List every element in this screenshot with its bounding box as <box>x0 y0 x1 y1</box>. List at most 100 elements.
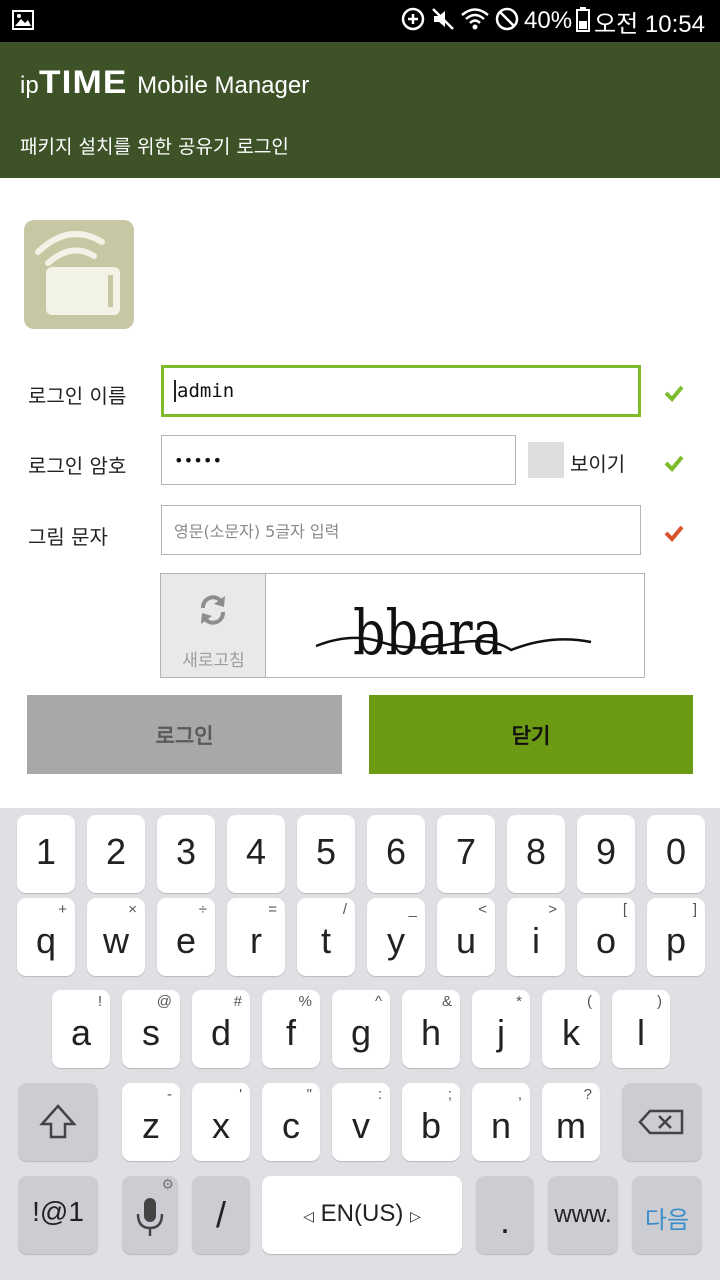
key-label: 9 <box>595 831 617 872</box>
key-secondary-label: : <box>377 1086 382 1103</box>
text-caret <box>174 380 176 402</box>
check-icon <box>664 384 684 406</box>
key-label: 1 <box>35 831 57 872</box>
key-label: n <box>490 1105 512 1146</box>
key-f[interactable]: f% <box>262 990 320 1068</box>
key-secondary-label: ) <box>657 993 662 1010</box>
page-subtitle: 패키지 설치를 위한 공유기 로그인 <box>20 136 289 158</box>
key-s[interactable]: s @ <box>122 990 180 1068</box>
login-button[interactable]: 로그인 <box>27 695 342 774</box>
key-y[interactable]: y _ <box>367 898 425 976</box>
key-secondary-label: ' <box>239 1086 242 1103</box>
brand-suffix: Mobile Manager <box>137 72 310 99</box>
data-saver-icon <box>400 6 426 36</box>
key-w[interactable]: w × <box>87 898 145 976</box>
key-i[interactable]: i > <box>507 898 565 976</box>
key-secondary-label: ] <box>692 901 697 918</box>
key-e[interactable]: e ÷ <box>157 898 215 976</box>
captcha-input[interactable]: 영문(소문자) 5글자 입력 <box>161 505 641 555</box>
username-label: 로그인 이름 <box>28 384 127 408</box>
brand-ip: ip <box>20 72 39 99</box>
period-key[interactable]: . <box>476 1176 534 1254</box>
key-secondary-label: * <box>516 993 522 1010</box>
language-right-icon: ▷ <box>410 1208 421 1224</box>
clock: 오전 10:54 <box>594 10 705 38</box>
brand-time: TIME <box>38 64 128 100</box>
wifi-icon <box>460 6 490 36</box>
key-x[interactable]: x ' <box>192 1083 250 1161</box>
key-secondary-label: " <box>306 1086 312 1103</box>
key-secondary-label: & <box>441 993 452 1010</box>
key-t[interactable]: t / <box>297 898 355 976</box>
key-secondary-label: + <box>58 901 67 918</box>
key-secondary-label: , <box>517 1086 522 1103</box>
key-secondary-label: = <box>268 901 277 918</box>
key-label: w <box>103 920 129 961</box>
key-k[interactable]: k( <box>542 990 600 1068</box>
key-v[interactable]: v: <box>332 1083 390 1161</box>
key-c[interactable]: c " <box>262 1083 320 1161</box>
key-secondary-label: # <box>233 993 242 1010</box>
key-label: z <box>142 1105 160 1146</box>
key-secondary-label: [ <box>622 901 627 918</box>
key-q[interactable]: q + <box>17 898 75 976</box>
close-button[interactable]: 닫기 <box>369 695 693 774</box>
key-u[interactable]: u < <box>437 898 495 976</box>
key-g[interactable]: g ^ <box>332 990 390 1068</box>
gallery-icon <box>12 10 34 34</box>
key-label: d <box>210 1012 232 1053</box>
status-bar: 40% 오전 10:54 <box>0 0 720 42</box>
key-l[interactable]: l) <box>612 990 670 1068</box>
key-secondary-label: ÷ <box>198 901 207 918</box>
key-label: a <box>70 1012 92 1053</box>
key-label: q <box>35 920 57 961</box>
key-a[interactable]: a! <box>52 990 110 1068</box>
key-secondary-label: × <box>128 901 137 918</box>
www-key[interactable]: www. <box>548 1176 618 1254</box>
key-p[interactable]: p] <box>647 898 705 976</box>
password-input[interactable]: ••••• <box>161 435 516 485</box>
next-key[interactable]: 다음 <box>632 1176 702 1254</box>
key-4[interactable]: 4 <box>227 815 285 893</box>
key-n[interactable]: n, <box>472 1083 530 1161</box>
key-secondary-label: ^ <box>374 993 382 1010</box>
key-8[interactable]: 8 <box>507 815 565 893</box>
key-secondary-label: / <box>342 901 347 918</box>
check-icon <box>664 524 684 546</box>
captcha-label: 그림 문자 <box>28 525 108 549</box>
language-left-icon: ◁ <box>303 1208 314 1224</box>
voice-key[interactable]: ⚙ <box>122 1176 178 1254</box>
captcha-image: bbara <box>315 596 592 669</box>
shift-key[interactable] <box>18 1083 98 1161</box>
key-secondary-label: > <box>548 901 557 918</box>
space-key[interactable]: ◁ EN(US) ▷ <box>262 1176 462 1254</box>
key-o[interactable]: o[ <box>577 898 635 976</box>
show-password-label[interactable]: 보이기 <box>570 448 625 477</box>
key-7[interactable]: 7 <box>437 815 495 893</box>
key-9[interactable]: 9 <box>577 815 635 893</box>
key-m[interactable]: m? <box>542 1083 600 1161</box>
key-h[interactable]: h & <box>402 990 460 1068</box>
key-1[interactable]: 1 <box>17 815 75 893</box>
key-5[interactable]: 5 <box>297 815 355 893</box>
key-z[interactable]: z- <box>122 1083 180 1161</box>
key-secondary-label: @ <box>156 993 172 1010</box>
username-input[interactable]: admin <box>161 365 641 417</box>
key-r[interactable]: r = <box>227 898 285 976</box>
key-secondary-label: ! <box>97 993 102 1010</box>
key-2[interactable]: 2 <box>87 815 145 893</box>
password-value: ••••• <box>174 450 223 470</box>
show-password-checkbox[interactable] <box>528 442 564 478</box>
key-b[interactable]: b; <box>402 1083 460 1161</box>
symbols-key[interactable]: !@1 <box>18 1176 98 1254</box>
key-6[interactable]: 6 <box>367 815 425 893</box>
key-0[interactable]: 0 <box>647 815 705 893</box>
key-j[interactable]: j * <box>472 990 530 1068</box>
refresh-button[interactable]: 새로고침 <box>161 574 266 677</box>
key-d[interactable]: d # <box>192 990 250 1068</box>
backspace-key[interactable] <box>622 1083 702 1161</box>
key-3[interactable]: 3 <box>157 815 215 893</box>
slash-key[interactable]: / <box>192 1176 250 1254</box>
refresh-icon <box>201 595 225 625</box>
key-label: r <box>250 920 262 961</box>
